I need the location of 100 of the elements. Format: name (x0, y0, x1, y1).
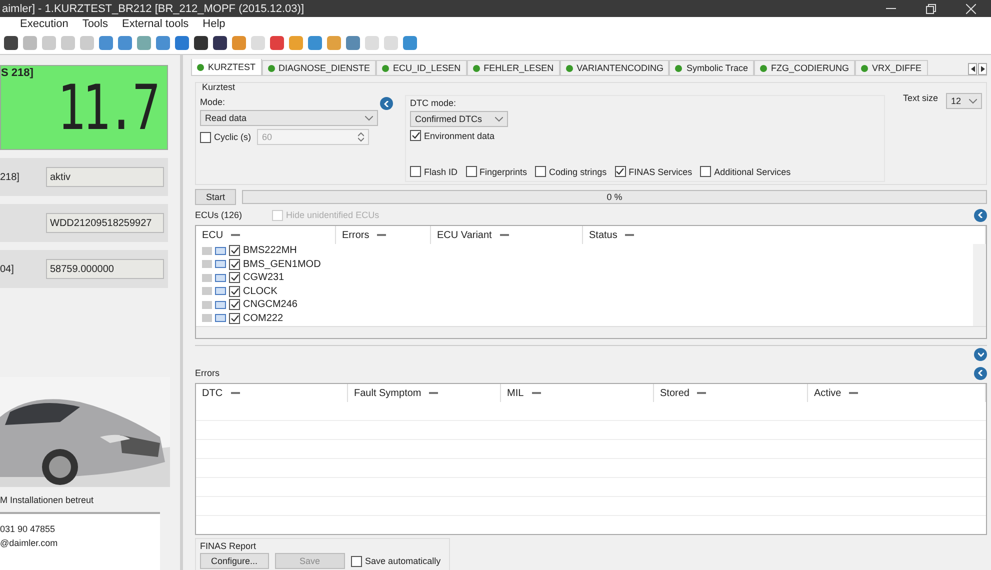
option-checkbox[interactable]: Additional Services (700, 166, 791, 177)
scrollbar[interactable] (973, 244, 986, 326)
menu-item[interactable]: Tools (82, 18, 108, 30)
checkbox[interactable] (410, 130, 421, 141)
menu-item[interactable]: Help (202, 18, 226, 30)
checkbox[interactable] (700, 166, 712, 177)
toolbar-icon[interactable] (4, 36, 18, 50)
checkbox[interactable] (229, 286, 240, 297)
support-title: M Installationen betreut (0, 495, 95, 505)
grid-icon (215, 260, 226, 268)
tab[interactable]: DIAGNOSE_DIENSTE (262, 60, 376, 75)
scroll-right-button[interactable] (978, 63, 987, 75)
display-value: 11.7 (57, 71, 157, 144)
window-title: aimler] - 1.KURZTEST_BR212 [BR_212_MOPF (2015.12.03)] (2, 2, 306, 14)
minimize-icon[interactable] (886, 8, 896, 10)
start-button[interactable]: Start (195, 189, 236, 205)
checkbox[interactable] (229, 272, 240, 284)
checkbox[interactable] (229, 312, 240, 324)
checkbox[interactable] (229, 299, 240, 310)
checkbox[interactable] (229, 245, 240, 256)
status-dot-icon (382, 64, 390, 72)
ecu-name[interactable]: CLOCK (243, 286, 278, 297)
ecu-name[interactable]: BMS_GEN1MOD (243, 258, 321, 270)
option-checkbox[interactable]: Fingerprints (466, 166, 528, 177)
grid-icon (215, 300, 226, 309)
menu-item[interactable]: Execution (20, 18, 68, 30)
collapse-icon[interactable] (380, 97, 393, 110)
scrollbar[interactable] (196, 326, 986, 338)
ecu-name[interactable]: BMS222MH (243, 245, 297, 256)
ecu-name[interactable]: CNGCM246 (243, 299, 298, 310)
grid-icon (215, 246, 226, 255)
status-dot-icon (566, 64, 573, 72)
grid-icon (215, 287, 226, 296)
value-field: aktiv (46, 167, 164, 187)
checkbox[interactable] (466, 166, 477, 177)
checkbox[interactable] (535, 166, 546, 177)
configure-button[interactable]: Configure... (200, 553, 269, 569)
tab[interactable]: Symbolic Trace (669, 60, 754, 75)
section-title: ECUs (126) (195, 210, 242, 220)
column-header[interactable]: ECU (196, 226, 336, 244)
column-header[interactable]: Errors (336, 226, 431, 244)
collapse-icon[interactable] (974, 366, 987, 380)
checkbox[interactable] (614, 166, 626, 177)
toolbar-icon[interactable] (194, 36, 208, 50)
contact-text: @daimler.com (0, 538, 59, 548)
value-field: 58759.000000 (46, 259, 164, 279)
contact-text: 031 90 47855 (0, 524, 56, 534)
status-dot-icon (861, 64, 868, 72)
tab[interactable]: ECU_ID_LESEN (376, 60, 467, 75)
expand-icon[interactable] (974, 348, 987, 361)
menu-item[interactable]: External tools (122, 18, 189, 30)
ecu-name[interactable]: CGW231 (243, 272, 284, 284)
caret-icon (495, 116, 503, 122)
checkbox[interactable] (410, 166, 421, 177)
status-dot-icon (760, 64, 767, 72)
option-checkbox[interactable]: Flash ID (410, 166, 458, 177)
tab[interactable]: FZG_CODIERUNG (754, 60, 855, 75)
scroll-left-button[interactable] (968, 63, 977, 75)
caret-icon (365, 116, 373, 120)
ecu-name[interactable]: COM222 (243, 312, 284, 324)
option-checkbox[interactable]: Coding strings (535, 166, 607, 177)
tab[interactable]: FEHLER_LESEN (466, 60, 560, 75)
tab[interactable]: VRX_DIFFE (855, 60, 928, 75)
text-size-label: Text size (902, 93, 938, 103)
progress-reading: 0 % (606, 192, 622, 202)
tab[interactable]: KURZTEST (191, 59, 262, 75)
value-field: WDD21209518259927 (46, 213, 164, 233)
toolbar-icon[interactable] (213, 36, 227, 50)
text-size-dropdown[interactable]: 12 (946, 93, 982, 109)
checkbox[interactable] (200, 132, 211, 142)
close-icon[interactable] (966, 4, 976, 14)
caret-icon (969, 98, 977, 104)
display-label: S 218] (1, 67, 34, 79)
save-automatically-checkbox[interactable]: Save automatically (351, 556, 441, 566)
mode-label: Mode: (200, 97, 226, 107)
checkbox[interactable] (351, 556, 362, 566)
cyclic-checkbox[interactable]: Cyclic (s) (200, 132, 251, 142)
tab[interactable]: VARIANTENCODING (560, 60, 670, 75)
status-dot-icon (472, 64, 480, 72)
grid-icon (215, 314, 226, 322)
group-title: FINAS Report (200, 541, 258, 551)
status-dot-icon (197, 64, 204, 70)
status-dot-icon (675, 64, 682, 72)
left-arrow-icon (970, 66, 974, 72)
checkbox[interactable] (229, 258, 240, 270)
spinner-icon[interactable] (358, 132, 364, 142)
field-label: 218] (0, 172, 20, 182)
option-checkbox[interactable]: FINAS Services (614, 166, 692, 177)
restore-icon[interactable] (926, 4, 936, 14)
column-header[interactable]: ECU Variant (431, 226, 583, 244)
dtc-mode-label: DTC mode: (410, 98, 458, 108)
collapse-icon[interactable] (974, 208, 987, 222)
grid-icon (215, 274, 226, 282)
status-dot-icon (268, 64, 275, 72)
environment-checkbox[interactable]: Environment data (410, 130, 880, 141)
field-label: 04] (0, 264, 15, 274)
group-title: Kurztest (202, 82, 236, 92)
mode-dropdown[interactable]: Read data (200, 110, 378, 126)
dtc-mode-dropdown[interactable]: Confirmed DTCs (410, 111, 508, 127)
section-title: Errors (195, 368, 220, 378)
